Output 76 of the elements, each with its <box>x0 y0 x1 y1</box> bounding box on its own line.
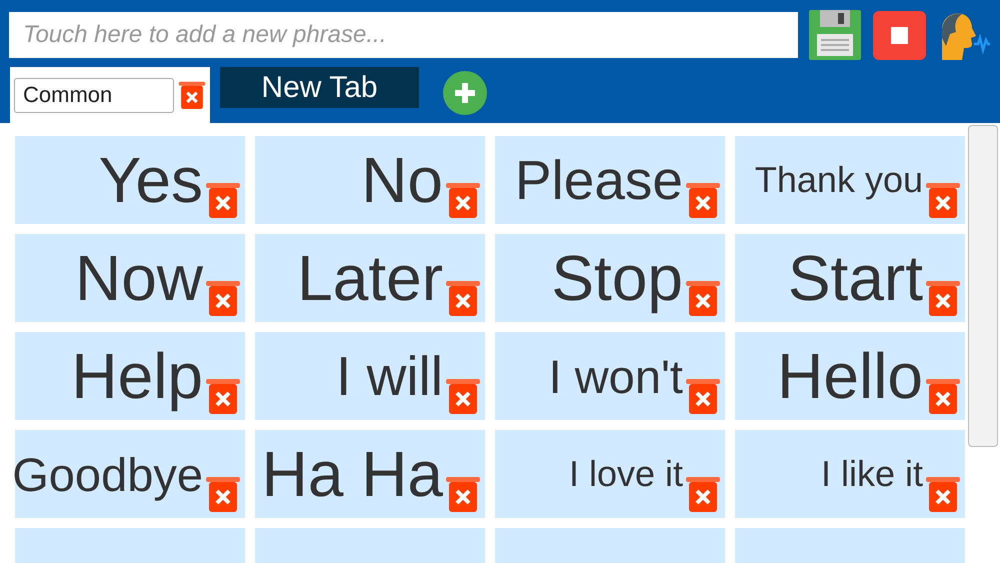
delete-tab-button[interactable] <box>178 80 206 110</box>
delete-phrase-button[interactable] <box>685 475 721 513</box>
trash-icon <box>445 377 481 415</box>
delete-phrase-button[interactable] <box>205 279 241 317</box>
trash-icon <box>205 279 241 317</box>
phrase-tile[interactable]: I won't <box>495 332 725 420</box>
tab[interactable]: New Tab <box>220 67 419 108</box>
delete-phrase-button[interactable] <box>685 181 721 219</box>
trash-icon <box>445 181 481 219</box>
phrase-tile[interactable]: Stop <box>495 234 725 322</box>
trash-icon <box>445 279 481 317</box>
phrase-tile[interactable]: Goodbye <box>15 430 245 518</box>
phrase-text: Start <box>788 241 923 315</box>
delete-phrase-button[interactable] <box>445 181 481 219</box>
trash-icon <box>925 377 961 415</box>
trash-icon <box>178 80 206 110</box>
delete-phrase-button[interactable] <box>925 181 961 219</box>
trash-icon <box>205 181 241 219</box>
tab-name-field[interactable]: Common <box>14 78 174 112</box>
delete-phrase-button[interactable] <box>205 377 241 415</box>
phrase-text: I like it <box>820 453 923 495</box>
phrase-tile[interactable]: I like it <box>735 430 965 518</box>
phrase-tile[interactable]: Later <box>255 234 485 322</box>
delete-phrase-button[interactable] <box>685 377 721 415</box>
phrase-tile[interactable]: Please <box>495 136 725 224</box>
phrase-tile[interactable]: I love it <box>495 430 725 518</box>
phrase-tile[interactable]: Hello <box>735 332 965 420</box>
trash-icon <box>925 279 961 317</box>
trash-icon <box>685 377 721 415</box>
phrase-text: Help <box>71 339 203 413</box>
phrase-tile[interactable]: Help <box>15 332 245 420</box>
save-button[interactable] <box>808 10 862 60</box>
delete-phrase-button[interactable] <box>925 377 961 415</box>
tab[interactable]: Common <box>10 67 210 123</box>
scrollbar-thumb[interactable] <box>968 125 998 447</box>
phrase-text: Hello <box>777 339 923 413</box>
phrase-text: I will <box>336 344 443 408</box>
phrase-text: Now <box>74 241 203 315</box>
phrase-text: I won't <box>548 348 683 404</box>
delete-phrase-button[interactable] <box>925 279 961 317</box>
trash-icon <box>445 475 481 513</box>
phrase-text: Thank you <box>754 159 923 201</box>
delete-phrase-button[interactable] <box>925 475 961 513</box>
plus-icon <box>453 80 477 104</box>
phrase-text: Yes <box>98 143 203 217</box>
trash-icon <box>925 181 961 219</box>
phrase-tile[interactable]: Now <box>15 234 245 322</box>
phrase-tile[interactable]: No <box>255 136 485 224</box>
phrase-text: Stop <box>551 241 683 315</box>
trash-icon <box>685 181 721 219</box>
trash-icon <box>685 475 721 513</box>
delete-phrase-button[interactable] <box>685 279 721 317</box>
trash-icon <box>925 475 961 513</box>
phrase-text: Ha Ha <box>262 437 443 511</box>
stop-icon <box>872 10 926 60</box>
phrase-text: I love it <box>568 453 683 495</box>
phrase-text: No <box>361 143 443 217</box>
delete-phrase-button[interactable] <box>445 279 481 317</box>
phrase-text: Later <box>297 241 443 315</box>
phrase-text: Goodbye <box>12 446 203 502</box>
trash-icon <box>685 279 721 317</box>
stop-button[interactable] <box>872 10 926 60</box>
phrase-input[interactable]: Touch here to add a new phrase... <box>9 12 798 58</box>
delete-phrase-button[interactable] <box>445 377 481 415</box>
phrase-tile[interactable]: Start <box>735 234 965 322</box>
phrase-text: Please <box>514 148 683 212</box>
delete-phrase-button[interactable] <box>205 181 241 219</box>
phrase-tile[interactable]: Yes <box>15 136 245 224</box>
phrase-tile[interactable]: I will <box>255 332 485 420</box>
phrase-tile[interactable]: Thank you <box>735 136 965 224</box>
phrase-tile[interactable]: Ha Ha <box>255 430 485 518</box>
add-tab-button[interactable] <box>443 70 487 114</box>
trash-icon <box>205 475 241 513</box>
trash-icon <box>205 377 241 415</box>
delete-phrase-button[interactable] <box>445 475 481 513</box>
delete-phrase-button[interactable] <box>205 475 241 513</box>
